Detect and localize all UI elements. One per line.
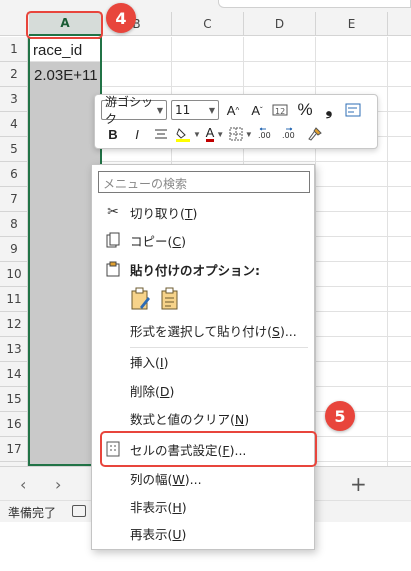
percent-button[interactable]: % [295, 100, 315, 120]
menu-item-hide-label: 非表示(H) [130, 499, 187, 515]
font-color-button[interactable]: A ▼ [205, 124, 225, 144]
row-header[interactable]: 4 [0, 112, 28, 137]
svg-text:.00: .00 [258, 131, 271, 140]
row-header[interactable]: 15 [0, 387, 28, 412]
row-header[interactable]: 9 [0, 237, 28, 262]
align-center-icon [155, 129, 167, 139]
borders-button[interactable]: ▼ [229, 124, 253, 144]
format-painter-icon [308, 127, 322, 141]
menu-item-unhide-label: 再表示(U) [130, 526, 187, 542]
comma-style-button[interactable]: ❟ [319, 100, 339, 120]
step-5-marker: 5 [325, 401, 355, 431]
accessibility-icon[interactable] [72, 505, 86, 517]
shrink-font-button[interactable]: Aˇ [247, 100, 267, 120]
status-ready-text: 準備完了 [8, 506, 57, 520]
paste-icon[interactable] [130, 287, 152, 311]
menu-item-delete[interactable]: 削除(D) [92, 378, 314, 402]
font-size-dropdown[interactable]: 11 ▼ [171, 100, 219, 120]
row-header[interactable]: 10 [0, 262, 28, 287]
font-color-icon: A [205, 125, 215, 142]
row-header[interactable]: 7 [0, 187, 28, 212]
format-cells-highlight-box [100, 431, 317, 467]
paste-options-header: 貼り付けのオプション: [92, 257, 314, 281]
chevron-down-icon: ▼ [216, 129, 225, 139]
cell-a1[interactable]: race_id [33, 42, 82, 59]
column-header-c[interactable]: C [172, 12, 244, 36]
chevron-down-icon: ▼ [244, 129, 253, 139]
menu-item-cut-label: 切り取り(T) [130, 205, 198, 221]
decrease-decimal-button[interactable]: .00 [281, 124, 301, 144]
row-header[interactable]: 13 [0, 337, 28, 362]
bold-button[interactable]: B [103, 124, 123, 144]
row-header[interactable]: 5 [0, 137, 28, 162]
step-4-marker: 4 [106, 3, 136, 33]
menu-item-paste-special[interactable]: 形式を選択して貼り付け(S)... [92, 318, 314, 342]
row-header[interactable]: 3 [0, 87, 28, 112]
clipboard-icon [104, 260, 122, 278]
paste-options-title: 貼り付けのオプション: [130, 262, 260, 278]
row-header[interactable]: 16 [0, 412, 28, 437]
row-header-column: 1 2 3 4 5 6 7 8 9 10 11 12 13 14 15 16 1… [0, 37, 28, 466]
row-header[interactable]: 1 [0, 37, 28, 62]
format-painter-button[interactable] [305, 124, 325, 144]
menu-item-insert-label: 挿入(I) [130, 354, 169, 370]
search-box[interactable] [218, 0, 411, 8]
svg-text:.00: .00 [282, 131, 295, 140]
decrease-decimal-icon: .00 [282, 127, 295, 140]
menu-item-hide[interactable]: 非表示(H) [92, 494, 314, 518]
row-header[interactable]: 6 [0, 162, 28, 187]
menu-item-clear-label: 数式と値のクリア(N) [130, 411, 250, 427]
scissors-icon: ✂ [107, 204, 119, 220]
row-header[interactable]: 8 [0, 212, 28, 237]
chevron-down-icon: ▼ [156, 105, 163, 115]
tab-prev-arrow-icon[interactable]: ‹ [20, 475, 26, 494]
menu-item-delete-label: 削除(D) [130, 383, 175, 399]
menu-search-input[interactable]: メニューの検索 [98, 171, 310, 193]
row-header[interactable]: 12 [0, 312, 28, 337]
align-center-button[interactable] [151, 124, 171, 144]
menu-item-cut[interactable]: ✂ 切り取り(T) [92, 200, 314, 224]
chevron-down-icon: ▼ [208, 105, 215, 115]
fill-color-icon [176, 128, 190, 142]
paste-values-icon[interactable] [160, 287, 182, 311]
tab-next-arrow-icon[interactable]: › [55, 475, 61, 494]
italic-button[interactable]: I [127, 124, 147, 144]
row-header[interactable]: 11 [0, 287, 28, 312]
select-all-corner[interactable] [0, 12, 28, 36]
menu-item-paste-special-label: 形式を選択して貼り付け(S)... [130, 323, 297, 339]
row-header[interactable]: 2 [0, 62, 28, 87]
mini-toolbar: 游ゴシック ▼ 11 ▼ A ^ Aˇ 12 % ❟ B I ▼ A ▼ ▼ .00 [94, 94, 378, 149]
menu-item-unhide[interactable]: 再表示(U) [92, 521, 314, 545]
column-a-highlight-box [26, 11, 103, 39]
context-menu: メニューの検索 ✂ 切り取り(T) コピー(C) 貼り付けのオプション: 形式を… [91, 164, 315, 550]
wrap-text-button[interactable] [343, 100, 363, 120]
menu-item-column-width-label: 列の幅(W)... [130, 471, 202, 487]
menu-item-insert[interactable]: 挿入(I) [92, 349, 314, 373]
grow-font-button[interactable]: A ^ [223, 100, 243, 120]
font-name-value: 游ゴシック [105, 95, 154, 126]
menu-item-copy[interactable]: コピー(C) [92, 228, 314, 252]
fill-color-button[interactable]: ▼ [175, 124, 201, 144]
row-header[interactable]: 17 [0, 437, 28, 462]
add-sheet-button[interactable]: + [350, 472, 367, 496]
menu-divider [130, 347, 308, 348]
wrap-text-icon [345, 103, 361, 117]
row-header[interactable]: 14 [0, 362, 28, 387]
chevron-down-icon: ▼ [193, 129, 201, 139]
svg-text:12: 12 [275, 107, 285, 116]
menu-item-column-width[interactable]: 列の幅(W)... [92, 466, 314, 490]
column-header-e[interactable]: E [316, 12, 388, 36]
cell-a2[interactable]: 2.03E+11 [34, 67, 98, 84]
menu-item-copy-label: コピー(C) [130, 233, 187, 249]
menu-item-clear-contents[interactable]: 数式と値のクリア(N) [92, 406, 314, 430]
increase-decimal-button[interactable]: .00 [257, 124, 277, 144]
number-format-button[interactable]: 12 [271, 100, 291, 120]
font-size-value: 11 [175, 103, 191, 117]
copy-icon [104, 231, 122, 249]
borders-icon [229, 127, 243, 141]
column-header-d[interactable]: D [244, 12, 316, 36]
font-name-dropdown[interactable]: 游ゴシック ▼ [101, 95, 167, 126]
increase-decimal-icon: .00 [258, 127, 271, 140]
number-format-icon: 12 [272, 104, 288, 116]
